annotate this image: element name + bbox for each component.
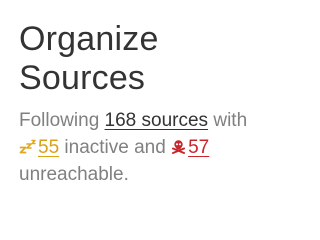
page-title-line-2: Sources <box>19 59 146 97</box>
unreachable-count: 57 <box>188 137 210 158</box>
inactive-count: 55 <box>38 137 60 158</box>
page-title: Organize Sources <box>19 20 291 98</box>
page-title-line-1: Organize <box>19 20 159 58</box>
organize-sources-panel: Organize Sources Following 168 sources wi… <box>19 20 291 188</box>
inactive-sources-link[interactable]: 55 <box>19 137 59 158</box>
unreachable-sources-link[interactable]: 57 <box>171 137 209 158</box>
summary-suffix: unreachable. <box>19 164 129 185</box>
sleeping-zzz-icon <box>19 139 36 154</box>
summary-after-total: with <box>208 110 248 131</box>
summary-after-inactive: inactive and <box>59 137 172 158</box>
skull-crossbones-icon <box>171 139 186 154</box>
summary-prefix: Following <box>19 110 105 131</box>
sources-summary: Following 168 sources with 55 inactive an… <box>19 107 291 188</box>
total-sources-link[interactable]: 168 sources <box>105 110 209 131</box>
